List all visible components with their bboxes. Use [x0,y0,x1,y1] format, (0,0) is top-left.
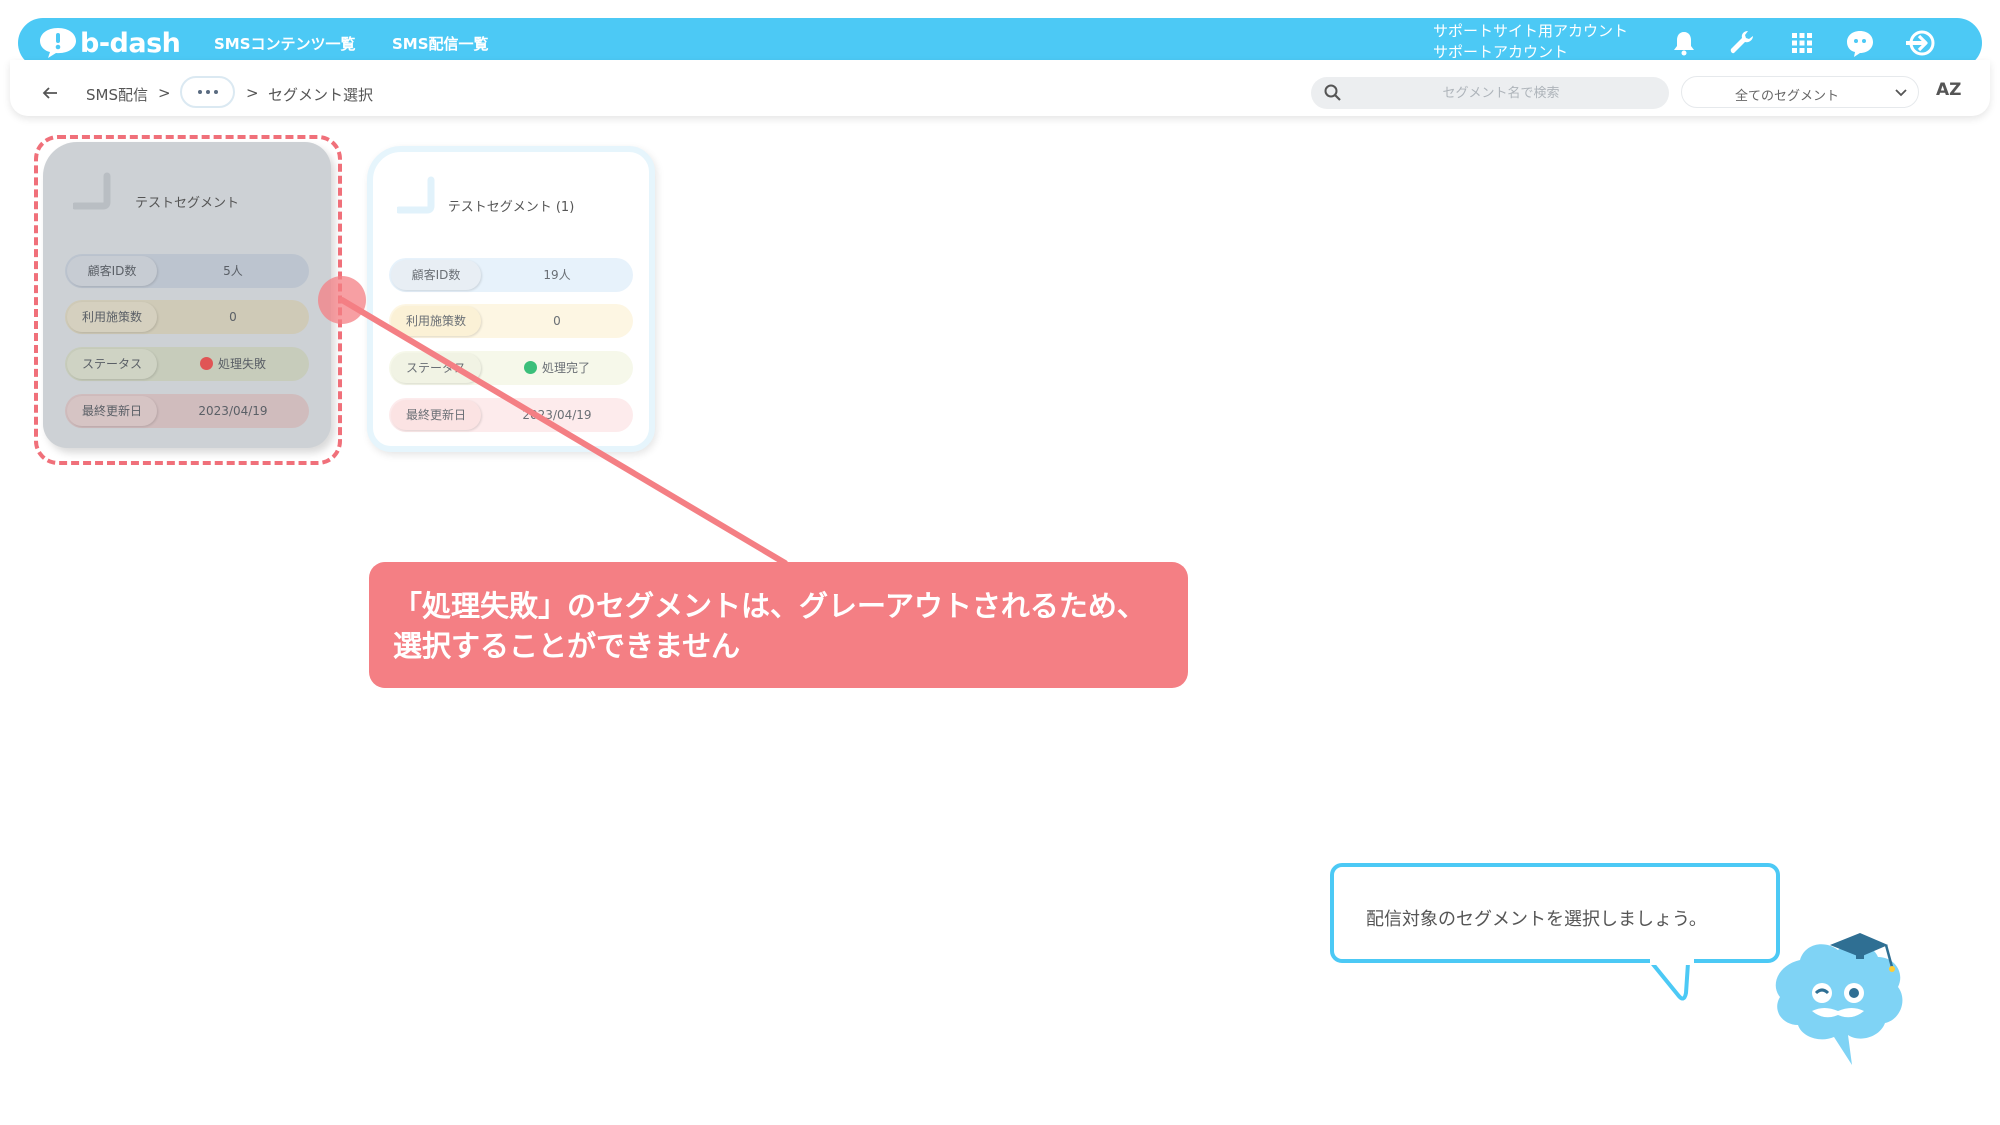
annotation-line-2: 選択することができません [393,629,741,663]
annotation-line-1: 「処理失敗」のセグメントは、グレーアウトされるため、 [393,589,1146,623]
brain-mascot-icon [1775,933,1903,1065]
tip-speech-bubble: 配信対象のセグメントを選択しましょう。 [1330,863,1780,963]
tip-text: 配信対象のセグメントを選択しましょう。 [1366,909,1707,930]
speech-bubble-tail [1650,955,1694,1001]
annotation-callout: 「処理失敗」のセグメントは、グレーアウトされるため、 選択することができません [369,562,1188,688]
